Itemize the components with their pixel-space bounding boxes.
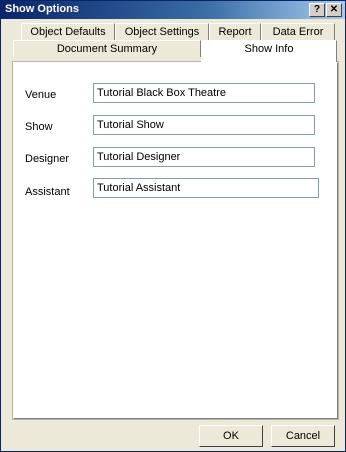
tab-report[interactable]: Report [209, 23, 261, 40]
designer-label: Designer [25, 153, 70, 165]
tab-show-info[interactable]: Show Info [201, 40, 337, 62]
close-icon[interactable]: ✕ [326, 3, 342, 17]
tab-object-defaults[interactable]: Object Defaults [21, 23, 115, 40]
cancel-button[interactable]: Cancel [271, 425, 335, 447]
designer-field[interactable] [93, 147, 315, 167]
assistant-field[interactable] [93, 178, 319, 198]
title-bar: Show Options ? ✕ [1, 1, 345, 19]
show-label: Show [25, 121, 53, 133]
tab-data-error[interactable]: Data Error [261, 23, 335, 40]
assistant-label: Assistant [25, 186, 70, 198]
venue-field[interactable] [93, 83, 315, 103]
venue-label: Venue [25, 89, 57, 101]
show-field[interactable] [93, 115, 315, 135]
tab-object-settings[interactable]: Object Settings [115, 23, 209, 40]
window-title: Show Options [5, 3, 79, 15]
show-options-dialog: Show Options ? ✕ Object Defaults Object … [0, 0, 346, 452]
help-button[interactable]: ? [309, 3, 325, 17]
ok-button[interactable]: OK [199, 425, 263, 447]
tab-document-summary[interactable]: Document Summary [13, 40, 201, 57]
